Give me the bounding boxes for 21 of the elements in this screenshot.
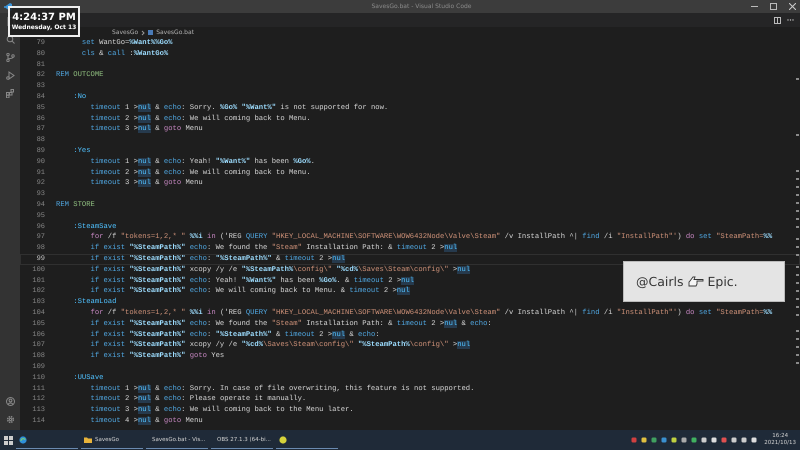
settings-icon[interactable]	[6, 415, 14, 424]
more-actions-icon[interactable]	[787, 17, 794, 23]
run-debug-icon[interactable]	[6, 71, 14, 80]
chat-username: @Cairls	[636, 274, 684, 289]
chat-message: Epic.	[708, 274, 738, 289]
close-icon[interactable]	[789, 3, 796, 10]
start-icon[interactable]	[4, 436, 13, 444]
chevron-icon[interactable]	[141, 30, 146, 36]
bat-file-icon	[148, 30, 154, 35]
browser-icon	[19, 436, 27, 444]
account-icon[interactable]	[6, 397, 14, 406]
folder-icon	[84, 436, 92, 444]
split-editor-icon[interactable]	[774, 16, 781, 24]
pointing-hand-icon	[688, 275, 704, 288]
extensions-icon[interactable]	[6, 89, 14, 98]
maximize-icon[interactable]	[770, 3, 777, 10]
source-control-icon[interactable]	[6, 53, 14, 62]
app-icon	[279, 436, 287, 444]
clock-time: 4:24:37 PM	[12, 12, 76, 24]
search-icon[interactable]	[6, 35, 14, 44]
minimize-icon[interactable]	[751, 3, 758, 10]
